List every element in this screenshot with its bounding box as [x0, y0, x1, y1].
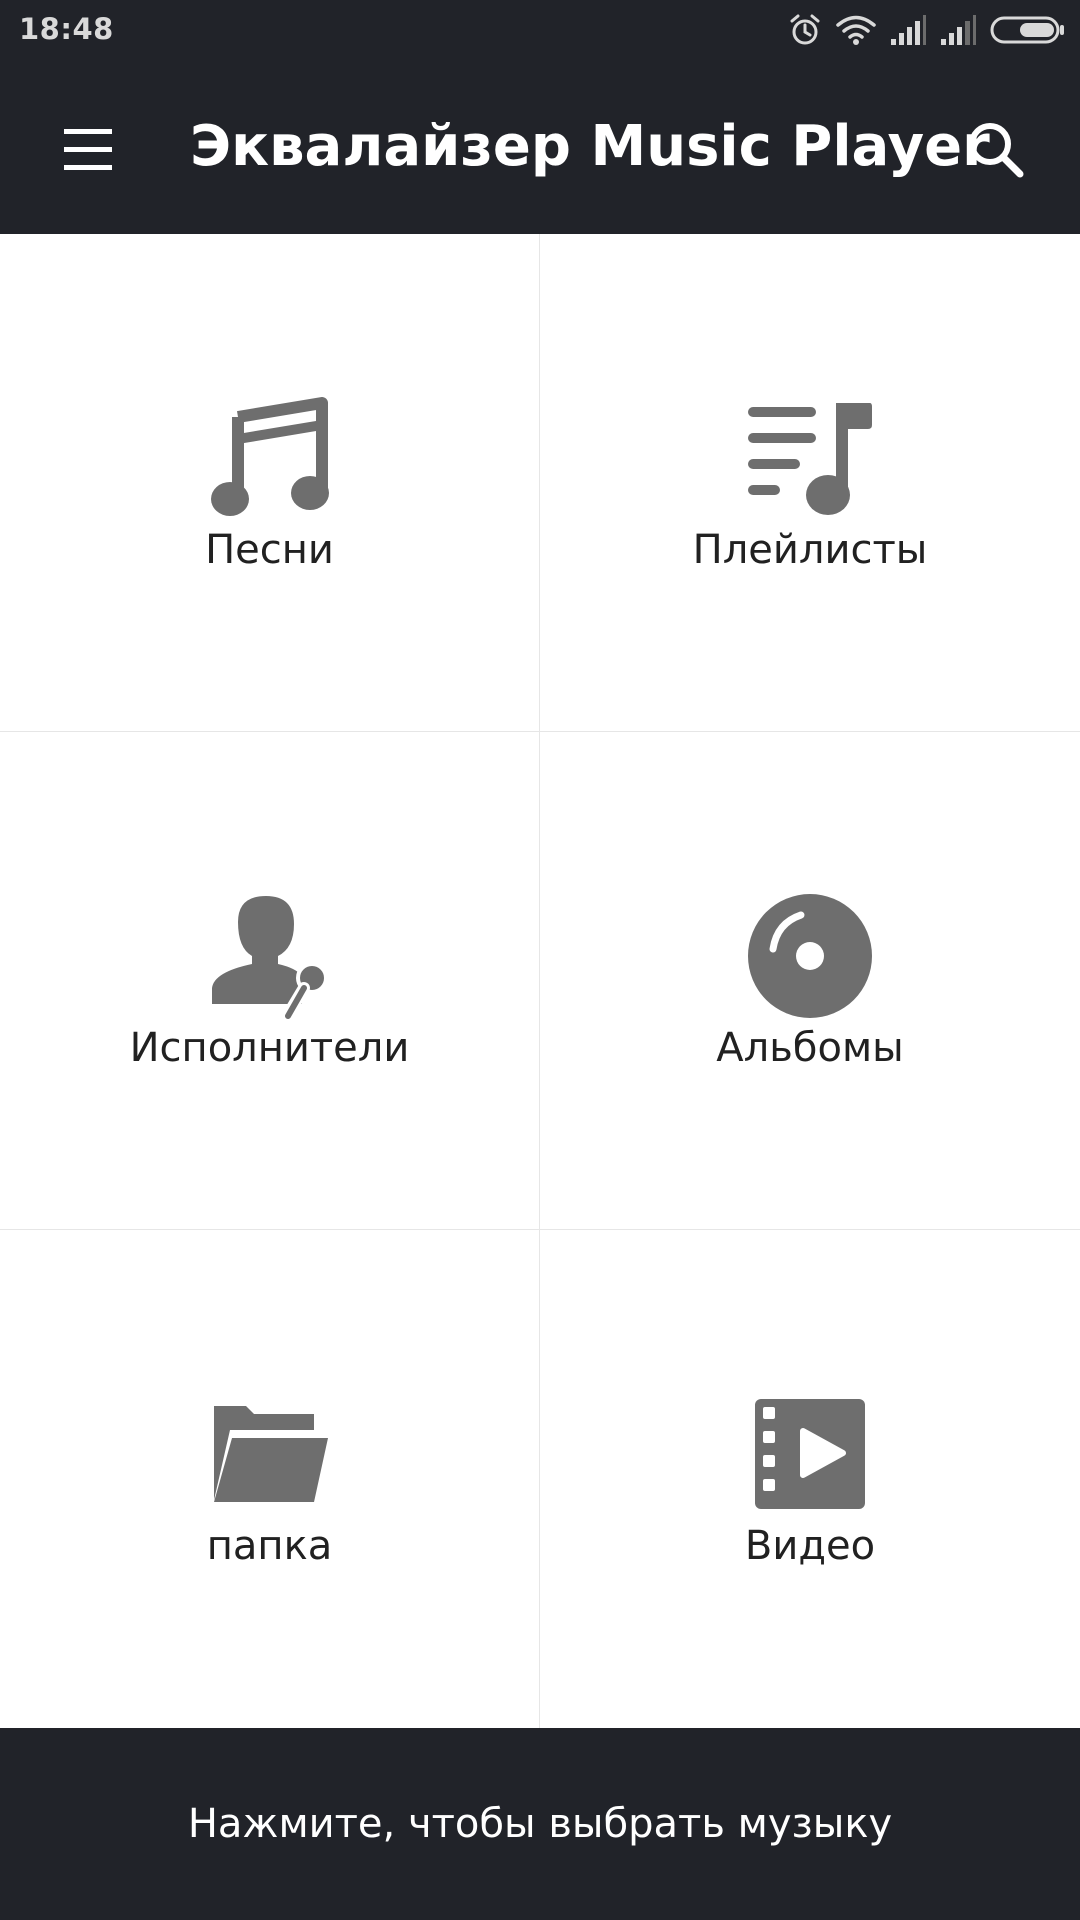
music-note-icon [205, 393, 335, 523]
status-bar: 18:48 [0, 0, 1080, 58]
select-music-prompt: Нажмите, чтобы выбрать музыку [187, 1801, 893, 1847]
signal-icon [890, 15, 926, 45]
battery-icon [990, 15, 1066, 45]
tile-label: Плейлисты [692, 526, 928, 573]
wifi-icon [836, 14, 876, 46]
playlist-icon [745, 393, 875, 523]
tile-label: Альбомы [716, 1024, 904, 1071]
tile-label: Видео [744, 1523, 876, 1569]
tile-songs[interactable]: Песни [0, 234, 540, 732]
menu-button[interactable] [46, 110, 130, 194]
menu-icon [62, 127, 114, 177]
artist-microphone-icon [205, 891, 335, 1021]
tile-video[interactable]: Видео [540, 1230, 1080, 1728]
status-time: 18:48 [19, 12, 114, 46]
search-icon [966, 120, 1026, 184]
alarm-icon [788, 13, 822, 47]
now-playing-bar[interactable]: Нажмите, чтобы выбрать музыку [0, 1728, 1080, 1920]
tile-folder[interactable]: папка [0, 1230, 540, 1728]
folder-icon [205, 1389, 335, 1519]
tile-playlists[interactable]: Плейлисты [540, 234, 1080, 732]
screen: 18:48 Эквалайзер Music Player Песни Плей… [0, 0, 1080, 1920]
album-disc-icon [745, 891, 875, 1021]
tile-albums[interactable]: Альбомы [540, 732, 1080, 1230]
tile-label: Песни [205, 526, 334, 573]
category-grid: Песни Плейлисты Исполнители Альбомы папк… [0, 234, 1080, 1728]
tile-artists[interactable]: Исполнители [0, 732, 540, 1230]
page-title: Эквалайзер Music Player [190, 114, 990, 179]
tile-label: папка [206, 1523, 333, 1569]
video-icon [745, 1389, 875, 1519]
search-button[interactable] [954, 110, 1038, 194]
app-bar: Эквалайзер Music Player [0, 58, 1080, 234]
signal-icon [940, 15, 976, 45]
tile-label: Исполнители [129, 1024, 410, 1071]
status-icons [788, 10, 1066, 50]
